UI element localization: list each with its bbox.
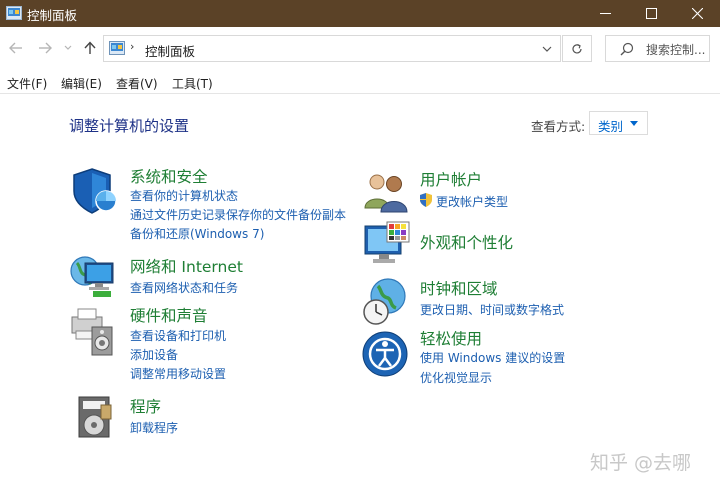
address-bar[interactable]: › 控制面板 (103, 35, 561, 62)
close-icon (691, 8, 703, 19)
view-by-select[interactable]: 类别 (589, 111, 648, 135)
link-mobility-settings[interactable]: 调整常用移动设置 (130, 365, 226, 382)
chevron-down-icon (64, 45, 72, 50)
programs-disc-icon (78, 396, 112, 438)
link-change-account-type[interactable]: 更改帐户类型 (436, 193, 508, 210)
link-file-history-backup[interactable]: 通过文件历史记录保存你的文件备份副本 (130, 206, 346, 223)
minimize-button[interactable] (582, 0, 628, 27)
control-panel-icon (6, 6, 22, 20)
maximize-icon (645, 8, 657, 19)
page-title: 调整计算机的设置 (69, 117, 190, 135)
title-bar: 控制面板 (0, 0, 720, 27)
control-panel-icon (109, 41, 125, 55)
breadcrumb-separator-icon: › (130, 40, 135, 53)
menu-file[interactable]: 文件(F) (7, 75, 47, 92)
navigation-bar: › 控制面板 搜索控制... (0, 27, 720, 69)
link-uninstall-program[interactable]: 卸载程序 (130, 419, 178, 436)
window-title: 控制面板 (27, 8, 78, 23)
link-backup-restore[interactable]: 备份和还原(Windows 7) (130, 225, 264, 242)
category-programs[interactable]: 程序 (130, 395, 161, 417)
link-view-computer-status[interactable]: 查看你的计算机状态 (130, 187, 238, 204)
link-change-date-time[interactable]: 更改日期、时间或数字格式 (420, 301, 564, 318)
up-button[interactable] (80, 38, 100, 58)
category-appearance-personalization[interactable]: 外观和个性化 (420, 231, 513, 253)
search-box[interactable]: 搜索控制... (605, 35, 710, 62)
category-network-internet[interactable]: 网络和 Internet (130, 255, 243, 277)
clock-globe-icon (363, 278, 406, 325)
refresh-button[interactable] (562, 35, 592, 62)
shield-icon (73, 168, 117, 214)
link-add-device[interactable]: 添加设备 (130, 346, 178, 363)
printer-speaker-icon (71, 308, 113, 356)
menu-edit[interactable]: 编辑(E) (61, 75, 102, 92)
maximize-button[interactable] (628, 0, 674, 27)
chevron-down-icon (542, 46, 552, 52)
category-ease-of-access[interactable]: 轻松使用 (420, 327, 482, 349)
category-hardware-sound[interactable]: 硬件和声音 (130, 304, 208, 326)
arrow-left-icon (9, 42, 22, 54)
ease-of-access-icon (362, 331, 408, 377)
link-optimize-visual-display[interactable]: 优化视觉显示 (420, 369, 492, 386)
link-devices-printers[interactable]: 查看设备和打印机 (130, 327, 226, 344)
category-system-security[interactable]: 系统和安全 (130, 165, 208, 187)
view-by-value: 类别 (598, 119, 624, 134)
address-dropdown-button[interactable] (538, 40, 556, 58)
back-button[interactable] (6, 38, 26, 58)
close-button[interactable] (674, 0, 720, 27)
menu-view[interactable]: 查看(V) (116, 75, 158, 92)
monitor-palette-icon (364, 221, 410, 263)
watermark-text: 知乎 @去哪 (590, 452, 692, 474)
arrow-right-icon (39, 42, 52, 54)
category-user-accounts[interactable]: 用户帐户 (420, 168, 482, 190)
arrow-up-icon (84, 41, 96, 54)
network-globe-icon (70, 256, 114, 297)
dropdown-arrow-icon (630, 121, 638, 126)
link-windows-recommended-settings[interactable]: 使用 Windows 建议的设置 (420, 349, 565, 366)
users-icon (364, 174, 408, 213)
search-input[interactable]: 搜索控制... (646, 41, 705, 58)
link-network-status[interactable]: 查看网络状态和任务 (130, 279, 238, 296)
breadcrumb[interactable]: 控制面板 (145, 41, 195, 60)
menu-bar: 文件(F) 编辑(E) 查看(V) 工具(T) (0, 70, 720, 94)
recent-locations-button[interactable] (61, 38, 75, 58)
category-clock-region[interactable]: 时钟和区域 (420, 277, 498, 299)
uac-shield-icon (420, 193, 432, 207)
forward-button[interactable] (35, 38, 55, 58)
search-icon (620, 42, 634, 56)
minimize-icon (599, 13, 611, 14)
view-by-label: 查看方式: (531, 119, 586, 134)
menu-tools[interactable]: 工具(T) (172, 75, 213, 92)
refresh-icon (572, 43, 582, 53)
